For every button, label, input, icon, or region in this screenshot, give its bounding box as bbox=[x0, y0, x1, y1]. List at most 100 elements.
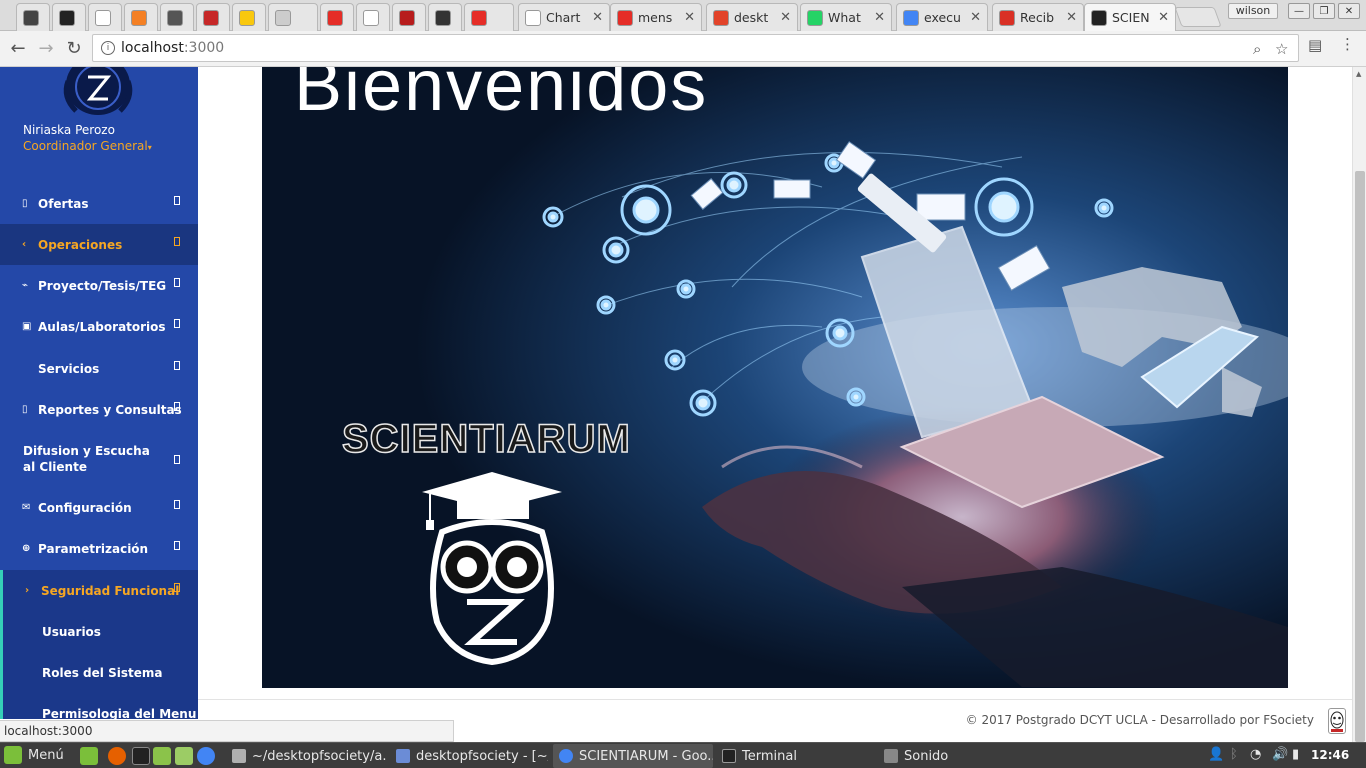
sidebar: Niriaska Perozo Coordinador General▾ ▯ O… bbox=[0, 67, 198, 719]
site-info-icon[interactable]: i bbox=[101, 41, 115, 55]
taskbar-window-sound[interactable]: Sonido bbox=[878, 744, 1038, 768]
tab-favicon-icon bbox=[617, 9, 633, 26]
caret-down-icon: ▾ bbox=[147, 143, 152, 152]
forward-icon[interactable]: → bbox=[34, 37, 58, 61]
browser-tab[interactable]: What ✕ bbox=[800, 3, 892, 31]
submenu-item-usuarios[interactable]: Usuarios bbox=[0, 611, 198, 652]
chrome-icon[interactable] bbox=[197, 747, 215, 765]
new-tab-button[interactable] bbox=[1174, 7, 1222, 27]
tab-favicon-icon bbox=[239, 9, 255, 26]
firefox-icon[interactable] bbox=[108, 747, 126, 765]
user-icon[interactable]: 👤 bbox=[1208, 747, 1224, 762]
profile-badge[interactable]: wilson bbox=[1228, 3, 1278, 19]
tab-close-icon[interactable]: ✕ bbox=[780, 10, 791, 25]
bluetooth-icon[interactable]: ᛒ bbox=[1230, 747, 1238, 762]
sidebar-item-ofertas[interactable]: ▯ Ofertas bbox=[0, 183, 198, 224]
browser-tab[interactable]: execu ✕ bbox=[896, 3, 988, 31]
restore-icon[interactable]: ❐ bbox=[1313, 3, 1335, 19]
extension-icon[interactable]: ▤ bbox=[1308, 36, 1322, 54]
sidebar-item-operaciones[interactable]: ‹ Operaciones bbox=[0, 224, 198, 265]
os-taskbar: Menú ~/desktopfsociety/a... desktopfsoci… bbox=[0, 742, 1366, 768]
minimize-icon[interactable]: — bbox=[1288, 3, 1310, 19]
expand-icon bbox=[174, 196, 180, 205]
taskbar-window-chrome[interactable]: SCIENTIARUM - Goo... bbox=[553, 744, 713, 768]
submenu-item-roles[interactable]: Roles del Sistema bbox=[0, 652, 198, 693]
sidebar-item-label: Proyecto/Tesis/TEG bbox=[38, 278, 167, 293]
sidebar-item-servicios[interactable]: Servicios bbox=[0, 348, 198, 389]
browser-tab[interactable]: Chart ✕ bbox=[518, 3, 610, 31]
browser-tab[interactable]: SCIEN ✕ bbox=[1084, 3, 1176, 31]
url-input[interactable]: i localhost:3000 ⌕ ☆ bbox=[92, 34, 1299, 62]
browser-tab[interactable] bbox=[356, 3, 390, 31]
expand-icon bbox=[174, 500, 180, 509]
start-menu-button[interactable]: Menú bbox=[4, 746, 64, 764]
browser-tab-strip: Chart ✕ mens ✕ deskt ✕ What ✕ execu ✕ Recib ✕ SCIEN ✕… bbox=[0, 0, 1366, 31]
sidebar-item-seguridad[interactable]: › Seguridad Funcional bbox=[0, 570, 198, 611]
browser-tab[interactable]: Recib ✕ bbox=[992, 3, 1084, 31]
sidebar-item-difusion[interactable]: Difusion y Escucha al Cliente bbox=[0, 430, 198, 488]
tab-title: execu bbox=[924, 10, 961, 25]
tab-close-icon[interactable]: ✕ bbox=[970, 10, 981, 25]
terminal-launcher-icon[interactable] bbox=[132, 747, 150, 765]
tab-favicon-icon bbox=[807, 9, 823, 26]
browser-tab[interactable] bbox=[392, 3, 426, 31]
browser-tab[interactable] bbox=[232, 3, 266, 31]
zoom-icon[interactable]: ⌕ bbox=[1253, 40, 1261, 58]
tab-favicon-icon bbox=[903, 9, 919, 26]
browser-tab[interactable]: deskt ✕ bbox=[706, 3, 798, 31]
sidebar-item-reportes[interactable]: ▯ Reportes y Consultas bbox=[0, 389, 198, 430]
sidebar-item-label: Ofertas bbox=[38, 196, 89, 211]
sidebar-item-label: Reportes y Consultas bbox=[38, 402, 182, 417]
sidebar-item-aulas[interactable]: ▣ Aulas/Laboratorios bbox=[0, 306, 198, 347]
user-role-dropdown[interactable]: Coordinador General▾ bbox=[23, 139, 152, 153]
tab-close-icon[interactable]: ✕ bbox=[1066, 10, 1077, 25]
scroll-up-icon[interactable]: ▲ bbox=[1356, 70, 1361, 78]
sidebar-item-parametrizacion[interactable]: ⊕ Parametrización bbox=[0, 528, 198, 569]
sidebar-item-configuracion[interactable]: ✉ Configuración bbox=[0, 487, 198, 528]
tab-favicon-icon bbox=[95, 9, 111, 26]
folder-icon bbox=[232, 749, 246, 763]
tab-close-icon[interactable]: ✕ bbox=[684, 10, 695, 25]
tab-close-icon[interactable]: ✕ bbox=[592, 10, 603, 25]
browser-tab[interactable] bbox=[88, 3, 122, 31]
software-manager-icon[interactable] bbox=[175, 747, 193, 765]
tab-close-icon[interactable]: ✕ bbox=[1158, 10, 1169, 25]
browser-tab[interactable] bbox=[428, 3, 462, 31]
link-status-bubble: localhost:3000 bbox=[0, 720, 454, 742]
browser-menu-icon[interactable]: ⋮ bbox=[1340, 35, 1355, 53]
back-icon[interactable]: ← bbox=[6, 37, 30, 61]
browser-tab[interactable] bbox=[268, 3, 318, 31]
network-icon[interactable]: ◔ bbox=[1250, 747, 1261, 762]
expand-icon bbox=[174, 319, 180, 328]
browser-tab[interactable] bbox=[320, 3, 354, 31]
seguridad-icon: › bbox=[25, 585, 30, 596]
url-text: localhost:3000 bbox=[121, 40, 224, 56]
browser-tab[interactable] bbox=[196, 3, 230, 31]
browser-tab[interactable] bbox=[160, 3, 194, 31]
browser-tab[interactable] bbox=[16, 3, 50, 31]
browser-tab[interactable] bbox=[124, 3, 158, 31]
show-desktop-icon[interactable] bbox=[80, 747, 98, 765]
page-scrollbar[interactable]: ▲ bbox=[1352, 67, 1366, 742]
tab-close-icon[interactable]: ✕ bbox=[874, 10, 885, 25]
owl-logo-icon bbox=[63, 67, 133, 115]
taskbar-clock[interactable]: 12:46 bbox=[1311, 748, 1349, 762]
reload-icon[interactable]: ↻ bbox=[62, 37, 86, 61]
volume-icon[interactable]: 🔊 bbox=[1272, 747, 1288, 762]
battery-icon[interactable]: ▮ bbox=[1292, 747, 1299, 762]
browser-tab[interactable]: mens ✕ bbox=[610, 3, 702, 31]
tab-favicon-icon bbox=[275, 9, 291, 26]
files-icon[interactable] bbox=[153, 747, 171, 765]
taskbar-window-editor[interactable]: desktopfsociety - [~/... bbox=[390, 744, 548, 768]
browser-tab[interactable] bbox=[464, 3, 514, 31]
taskbar-window-terminal[interactable]: Terminal bbox=[716, 744, 874, 768]
bookmark-star-icon[interactable]: ☆ bbox=[1275, 40, 1288, 58]
tab-title: What bbox=[828, 10, 861, 25]
taskbar-window-files[interactable]: ~/desktopfsociety/a... bbox=[226, 744, 386, 768]
submenu-item-permisologia[interactable]: Permisologia del Menu bbox=[0, 693, 198, 719]
close-window-icon[interactable]: ✕ bbox=[1338, 3, 1360, 19]
expand-icon bbox=[174, 237, 180, 246]
scrollbar-thumb[interactable] bbox=[1355, 171, 1365, 742]
browser-tab[interactable] bbox=[52, 3, 86, 31]
sidebar-item-proyecto[interactable]: ⌁ Proyecto/Tesis/TEG bbox=[0, 265, 198, 306]
